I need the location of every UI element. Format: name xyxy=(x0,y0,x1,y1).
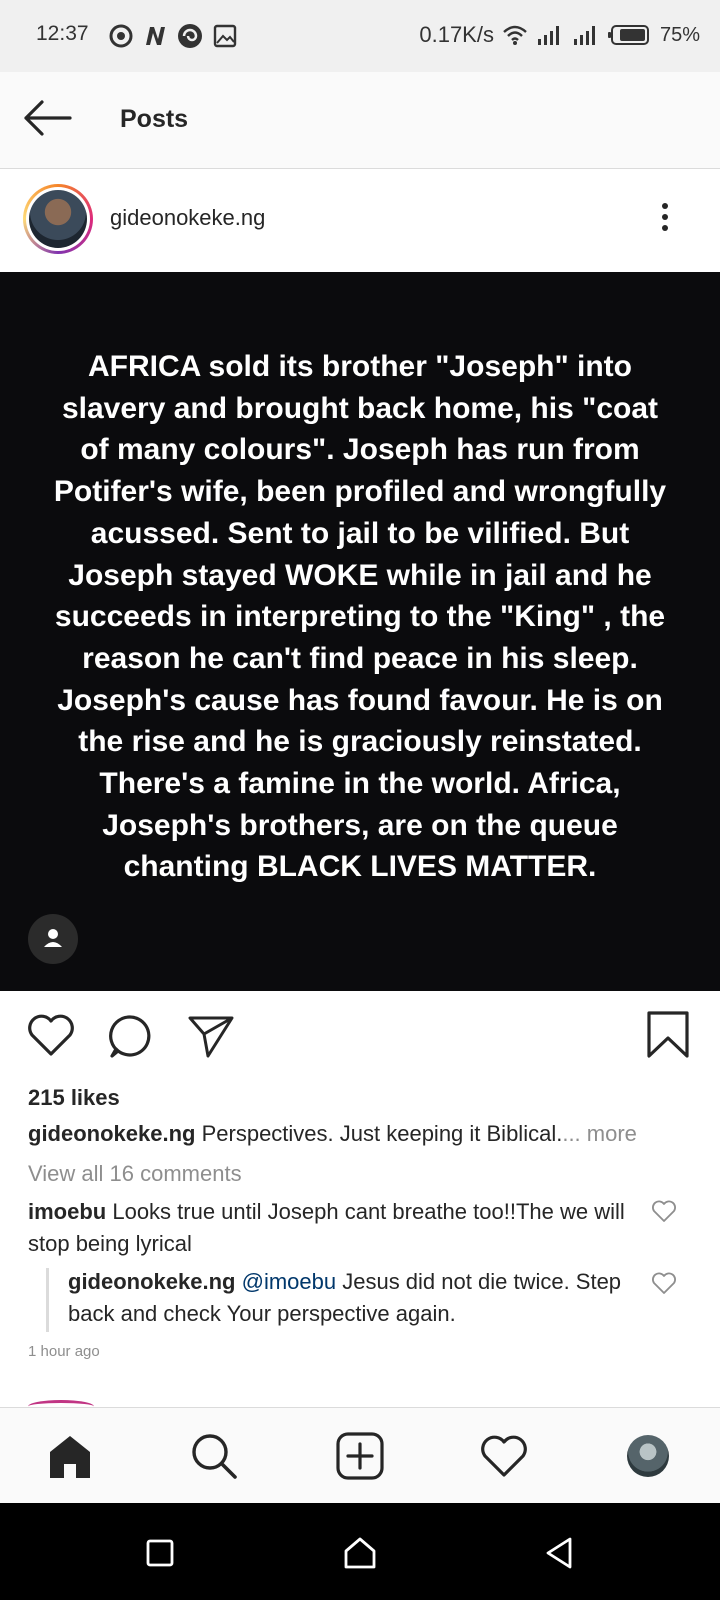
status-bar: 12:37 0.17K/s 75% xyxy=(0,0,720,72)
more-options-button[interactable] xyxy=(655,199,675,239)
reply-mention[interactable]: @imoebu xyxy=(242,1269,337,1294)
comment-button[interactable] xyxy=(106,1012,154,1065)
status-time: 12:37 xyxy=(36,22,89,45)
status-right: 0.17K/s 75% xyxy=(419,22,700,48)
caption-username[interactable]: gideonokeke.ng xyxy=(28,1121,195,1146)
whirl-app-icon xyxy=(178,24,202,48)
post-image[interactable]: AFRICA sold its brother "Joseph" into sl… xyxy=(0,272,720,991)
bottom-nav xyxy=(0,1407,720,1504)
save-button[interactable] xyxy=(646,1010,690,1065)
nav-activity[interactable] xyxy=(476,1428,532,1484)
likes-count[interactable]: 215 likes xyxy=(28,1085,120,1111)
profile-avatar xyxy=(627,1435,669,1477)
comment: imoebu Looks true until Joseph cant brea… xyxy=(28,1196,628,1260)
bookmark-icon xyxy=(647,1011,689,1058)
nav-new-post[interactable] xyxy=(332,1428,388,1484)
heart-icon xyxy=(652,1272,676,1294)
caption-text: Perspectives. Just keeping it Biblical. xyxy=(195,1121,563,1146)
network-speed: 0.17K/s xyxy=(419,22,494,47)
view-all-comments-link[interactable]: View all 16 comments xyxy=(28,1161,242,1187)
reply-like-button[interactable] xyxy=(651,1271,677,1300)
battery-icon xyxy=(607,25,649,45)
comment-reply: gideonokeke.ng @imoebu Jesus did not die… xyxy=(68,1266,628,1330)
home-icon xyxy=(50,1436,90,1478)
square-icon xyxy=(146,1539,174,1567)
heart-icon xyxy=(28,1014,74,1056)
more-dot-icon xyxy=(662,203,668,209)
home-system-button[interactable] xyxy=(338,1531,382,1575)
signal-icon xyxy=(537,26,559,45)
app-bar: Posts xyxy=(0,72,720,169)
story-ring-avatar[interactable] xyxy=(23,184,93,254)
comment-icon xyxy=(109,1015,151,1058)
signal-icon xyxy=(573,26,595,45)
activity-heart-icon xyxy=(481,1435,527,1477)
post-timestamp: 1 hour ago xyxy=(28,1343,100,1360)
tagged-people-button[interactable] xyxy=(28,914,78,964)
system-nav-bar xyxy=(0,1503,720,1600)
back-button[interactable] xyxy=(22,98,74,138)
nav-home[interactable] xyxy=(42,1428,98,1484)
reply-username[interactable]: gideonokeke.ng xyxy=(68,1269,235,1294)
post-header: gideonokeke.ng xyxy=(0,169,720,272)
home-outline-icon xyxy=(344,1537,376,1569)
caption-more-link[interactable]: ... more xyxy=(562,1121,637,1146)
back-triangle-icon xyxy=(546,1537,572,1569)
notification-icons xyxy=(108,22,238,50)
post-image-text: AFRICA sold its brother "Joseph" into sl… xyxy=(53,350,667,884)
post-username[interactable]: gideonokeke.ng xyxy=(110,205,265,231)
person-icon xyxy=(44,929,62,947)
battery-percent: 75% xyxy=(659,23,700,46)
nav-profile[interactable] xyxy=(620,1428,676,1484)
like-button[interactable] xyxy=(26,1012,76,1063)
page-title: Posts xyxy=(120,105,189,133)
recents-button[interactable] xyxy=(138,1531,182,1575)
comment-like-button[interactable] xyxy=(651,1199,677,1228)
n-app-icon xyxy=(146,27,165,45)
heart-icon xyxy=(652,1200,676,1222)
wifi-icon xyxy=(503,25,527,45)
share-button[interactable] xyxy=(186,1012,236,1065)
gallery-icon xyxy=(213,24,237,48)
avatar xyxy=(29,190,87,248)
search-icon xyxy=(192,1434,237,1479)
post-actions xyxy=(0,1000,720,1070)
nav-search[interactable] xyxy=(186,1428,242,1484)
back-arrow-icon xyxy=(24,100,72,136)
back-system-button[interactable] xyxy=(538,1531,582,1575)
chrome-icon xyxy=(109,24,133,48)
comment-username[interactable]: imoebu xyxy=(28,1199,106,1224)
post-caption: gideonokeke.ng Perspectives. Just keepin… xyxy=(28,1121,698,1147)
reply-thread-line xyxy=(46,1268,49,1332)
send-icon xyxy=(188,1016,234,1058)
comment-text: Looks true until Joseph cant breathe too… xyxy=(28,1199,625,1256)
add-post-icon xyxy=(336,1432,384,1480)
